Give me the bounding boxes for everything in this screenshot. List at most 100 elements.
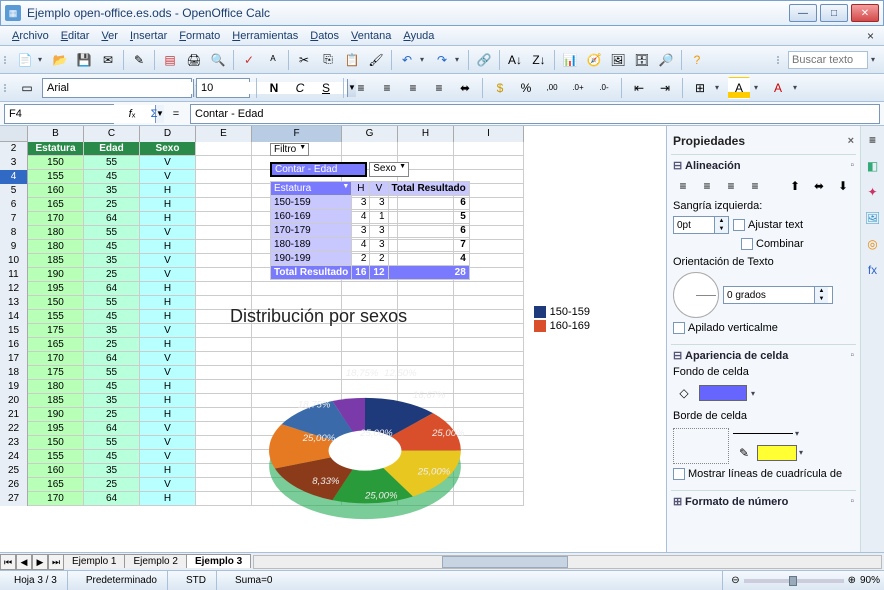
row-header[interactable]: 20	[0, 394, 28, 408]
row-header[interactable]: 26	[0, 478, 28, 492]
cell[interactable]: 25	[84, 198, 140, 212]
insert-mode[interactable]: STD	[176, 571, 217, 590]
zoom-icon[interactable]: 🔎	[655, 49, 677, 71]
cell[interactable]: 45	[84, 310, 140, 324]
formula-input[interactable]	[190, 104, 880, 124]
valign-bot-icon[interactable]: ⬇	[833, 176, 853, 196]
help-icon[interactable]: ?	[686, 49, 708, 71]
open-icon[interactable]: 📂	[49, 49, 71, 71]
format-paint-icon[interactable]: 🖌	[365, 49, 387, 71]
cell[interactable]: 35	[84, 254, 140, 268]
cell[interactable]	[196, 282, 252, 296]
name-box[interactable]: ▼	[4, 104, 114, 124]
cell[interactable]: 160	[28, 464, 84, 478]
row-header[interactable]: 25	[0, 464, 28, 478]
new-icon[interactable]: 📄	[14, 49, 36, 71]
orientation-spinner[interactable]: ▲▼	[723, 286, 833, 304]
minimize-button[interactable]: —	[789, 4, 817, 22]
cell[interactable]	[196, 170, 252, 184]
page-style[interactable]: Predeterminado	[76, 571, 168, 590]
navigator-icon[interactable]: 🧭	[583, 49, 605, 71]
row-header[interactable]: 15	[0, 324, 28, 338]
chart-icon[interactable]: 📊	[559, 49, 581, 71]
border-color-swatch[interactable]	[757, 445, 797, 461]
cell[interactable]: V	[140, 352, 196, 366]
bold-icon[interactable]: N	[263, 77, 285, 99]
row-header[interactable]: 21	[0, 408, 28, 422]
email-icon[interactable]: ✉	[97, 49, 119, 71]
cell[interactable]: 45	[84, 240, 140, 254]
align-left-icon[interactable]: ≡	[350, 77, 372, 99]
col-header-C[interactable]: C	[84, 126, 140, 142]
tab-prev-icon[interactable]: ◀	[16, 554, 32, 570]
styles-icon[interactable]: ▭	[16, 77, 38, 99]
align-justify-icon[interactable]: ≡	[428, 77, 450, 99]
sheet-tab[interactable]: Ejemplo 3	[186, 554, 251, 568]
cell[interactable]: 180	[28, 380, 84, 394]
undo-icon[interactable]: ↶	[396, 49, 418, 71]
cell[interactable]: H	[140, 184, 196, 198]
italic-icon[interactable]: C	[289, 77, 311, 99]
cell[interactable]: 185	[28, 394, 84, 408]
save-icon[interactable]: 💾	[73, 49, 95, 71]
tab-next-icon[interactable]: ▶	[32, 554, 48, 570]
row-header[interactable]: 23	[0, 436, 28, 450]
functions-tab-icon[interactable]: fx	[863, 260, 883, 280]
cell[interactable]: V	[140, 422, 196, 436]
equals-icon[interactable]: =	[166, 104, 186, 124]
cell[interactable]: 170	[28, 212, 84, 226]
cell[interactable]: V	[140, 226, 196, 240]
menu-ayuda[interactable]: Ayuda	[397, 28, 440, 44]
pivot-row-field[interactable]: Estatura▼	[271, 182, 352, 196]
chart-object[interactable]: Distribución por sexos 150-159160-169	[230, 306, 590, 552]
col-header-B[interactable]: B	[28, 126, 84, 142]
cell[interactable]: Sexo	[140, 142, 196, 156]
add-decimal-icon[interactable]: .0+	[567, 77, 589, 99]
cell[interactable]: 64	[84, 212, 140, 226]
row-header[interactable]: 8	[0, 226, 28, 240]
cut-icon[interactable]: ✂	[293, 49, 315, 71]
cell[interactable]: 170	[28, 352, 84, 366]
cell[interactable]	[196, 142, 252, 156]
cell[interactable]: 155	[28, 310, 84, 324]
cell[interactable]: 180	[28, 240, 84, 254]
cell[interactable]	[252, 282, 342, 296]
underline-icon[interactable]: S	[315, 77, 337, 99]
cell[interactable]: V	[140, 170, 196, 184]
cell[interactable]: H	[140, 408, 196, 422]
zoom-slider[interactable]	[744, 579, 844, 583]
row-header[interactable]: 7	[0, 212, 28, 226]
cell[interactable]: 25	[84, 338, 140, 352]
row-header[interactable]: 27	[0, 492, 28, 506]
cell[interactable]: 64	[84, 352, 140, 366]
indent-spinner[interactable]: ▲▼	[673, 216, 729, 234]
border-preview[interactable]	[673, 428, 729, 464]
menu-formato[interactable]: Formato	[173, 28, 226, 44]
row-header[interactable]: 24	[0, 450, 28, 464]
gallery-tab-icon[interactable]: 🖼	[863, 208, 883, 228]
cell[interactable]: 170	[28, 492, 84, 506]
cell[interactable]: V	[140, 324, 196, 338]
align-right-icon[interactable]: ≡	[402, 77, 424, 99]
cell[interactable]	[196, 254, 252, 268]
cell[interactable]: Edad	[84, 142, 140, 156]
row-header[interactable]: 4	[0, 170, 28, 184]
cell[interactable]: V	[140, 436, 196, 450]
zoom-in-icon[interactable]: ⊕	[848, 575, 856, 586]
cell[interactable]: 150	[28, 296, 84, 310]
cell[interactable]: 35	[84, 464, 140, 478]
toolbar-grip[interactable]	[4, 56, 10, 64]
zoom-value[interactable]: 90%	[860, 575, 880, 586]
fill-color-swatch[interactable]	[699, 385, 747, 401]
font-size-combo[interactable]: ▼	[196, 78, 250, 98]
tab-last-icon[interactable]: ⏭	[48, 554, 64, 570]
align-center-icon[interactable]: ≡	[376, 77, 398, 99]
close-button[interactable]: ✕	[851, 4, 879, 22]
menu-datos[interactable]: Datos	[304, 28, 345, 44]
cell[interactable]: 55	[84, 436, 140, 450]
col-header-F[interactable]: F	[252, 126, 342, 142]
cell[interactable]	[196, 226, 252, 240]
sheet-tab[interactable]: Ejemplo 2	[124, 554, 186, 568]
cell[interactable]: 165	[28, 198, 84, 212]
cell[interactable]: 55	[84, 296, 140, 310]
